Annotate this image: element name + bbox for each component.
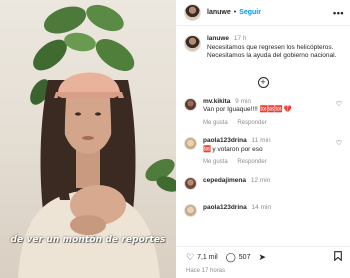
bookmark-icon[interactable] [334, 251, 342, 263]
like-comment-button[interactable]: Me gusta [203, 159, 228, 165]
reply-button[interactable]: Responder [237, 159, 266, 165]
comment-text: y votaron por eso [212, 145, 263, 153]
likes-count[interactable]: 7,1 mil [197, 254, 218, 261]
comment-time: 11 min [251, 137, 271, 144]
caption-time: 17 h [233, 35, 247, 42]
post-header: lanuwe • Seguir ••• [176, 0, 350, 26]
comment-item: paola123drina 11 min 🆘 y votaron por eso… [176, 137, 350, 167]
comment-item: cepedajimena 12 min [176, 176, 350, 190]
caption-username[interactable]: lanuwe [207, 35, 229, 42]
comment-time: 14 min [251, 203, 272, 211]
comment-text: Van por Iguaque!!!! [203, 106, 258, 113]
comment-icon[interactable]: ◯ [226, 252, 236, 262]
posted-ago: Hace 17 horas [186, 268, 226, 274]
comment-username[interactable]: mv.kikita [203, 98, 230, 105]
comment-avatar[interactable] [184, 203, 197, 217]
load-more: + [176, 76, 350, 88]
share-icon[interactable]: ➤ [258, 252, 266, 262]
post-footer: ♡ 7,1 mil ◯ 507 ➤ Hace 17 horas [176, 246, 350, 278]
comments-list[interactable]: lanuwe 17 h Necesitamos que regresen los… [176, 27, 350, 245]
comment-emojis: 🆘🆘🆘 💔 [259, 106, 292, 113]
follow-button[interactable]: Seguir [239, 9, 261, 16]
comment-username[interactable]: cepedajimena [203, 177, 246, 184]
more-horizontal-icon[interactable]: ••• [333, 8, 344, 18]
post-panel: lanuwe • Seguir ••• lanuwe 17 h Necesita… [176, 0, 350, 278]
heart-icon[interactable]: ♡ [336, 137, 342, 167]
comment-item: paola123drina 14 min [176, 203, 350, 217]
post-caption: lanuwe 17 h Necesitamos que regresen los… [176, 35, 350, 61]
comment-avatar[interactable] [184, 137, 197, 150]
comment-avatar[interactable] [184, 176, 197, 190]
author-username[interactable]: lanuwe [207, 9, 231, 16]
separator-dot: • [233, 9, 237, 16]
comment-emojis: 🆘 [203, 145, 211, 153]
heart-icon[interactable]: ♡ [186, 252, 194, 262]
reply-button[interactable]: Responder [237, 120, 266, 126]
like-comment-button[interactable]: Me gusta [203, 120, 228, 126]
caption-text: Necesitamos que regresen los helicóptero… [207, 43, 337, 60]
comment-username[interactable]: paola123drina [203, 137, 247, 144]
comments-count[interactable]: 507 [239, 254, 251, 261]
comment-time: 12 min [250, 176, 271, 184]
comment-time: 9 min [235, 97, 252, 105]
comment-item: mv.kikita 9 min Van por Iguaque!!!! 🆘🆘🆘 … [176, 97, 350, 128]
heart-icon[interactable]: ♡ [336, 98, 342, 128]
comment-avatar[interactable] [184, 97, 197, 111]
video-player[interactable]: de ver un montón de reportes [0, 0, 176, 278]
author-avatar[interactable] [184, 4, 201, 21]
caption-avatar[interactable] [184, 35, 201, 52]
plus-circle-icon[interactable]: + [257, 76, 269, 88]
comment-username[interactable]: paola123drina [203, 204, 247, 211]
video-caption: de ver un montón de reportes [10, 235, 166, 245]
